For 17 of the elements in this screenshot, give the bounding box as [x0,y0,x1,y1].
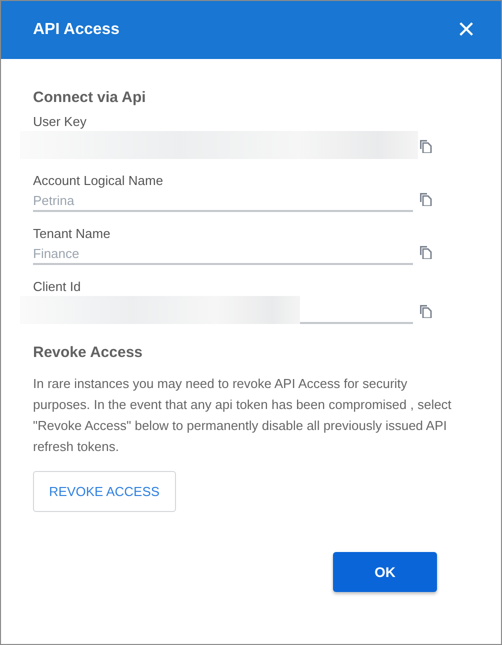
input-field[interactable]: Petrina [33,190,413,212]
section-heading: Connect via Api [33,89,147,106]
field-label: Client Id [33,279,82,294]
dialog-title: API Access [33,21,120,39]
revoke-access-button[interactable]: REVOKE ACCESS [33,471,176,512]
copy-icon[interactable] [419,139,433,153]
input-field[interactable]: Finance [33,243,413,265]
field-label: Tenant Name [33,226,112,241]
close-button[interactable]: × [457,17,475,43]
copy-icon[interactable] [419,192,433,206]
field-label: User Key [33,114,88,129]
field-label: Account Logical Name [33,173,164,188]
copy-icon[interactable] [419,304,433,318]
ok-button[interactable]: OK [333,552,437,592]
section-heading: Revoke Access [33,344,144,361]
copy-icon[interactable] [419,245,433,259]
description-text: In rare instances you may need to revoke API Access for security purposes. In the event that any api token has been compromised , select "Revoke Access" below to permanently disable all previously issued API refresh tokens. [33,375,452,456]
